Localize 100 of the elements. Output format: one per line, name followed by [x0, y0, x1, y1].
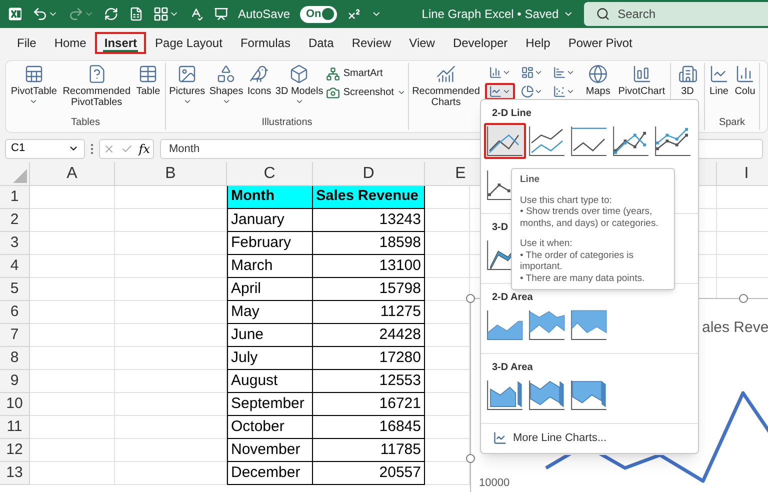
empty-cell[interactable] [115, 324, 227, 347]
empty-cell[interactable] [425, 232, 470, 255]
column-header[interactable]: D [313, 162, 425, 186]
name-box[interactable]: C1 [5, 138, 85, 158]
ribbon-tab[interactable]: Power Pivot [559, 32, 642, 54]
column-header[interactable]: B [115, 162, 227, 186]
grid-icon[interactable] [153, 6, 170, 22]
undo-icon[interactable] [32, 6, 48, 22]
ribbon-tab[interactable]: View [400, 32, 444, 54]
chart-type-option[interactable] [484, 123, 526, 159]
empty-cell[interactable] [115, 393, 227, 416]
row-header[interactable]: 12 [0, 439, 30, 462]
row-header[interactable]: 7 [0, 324, 30, 347]
shapes-icon [216, 64, 236, 84]
line-chart-icon [487, 126, 523, 156]
row-header[interactable]: 3 [0, 232, 30, 255]
resize-handle[interactable] [739, 294, 748, 303]
film-icon[interactable] [214, 6, 228, 22]
pivot-chart-icon [632, 64, 652, 84]
empty-cell[interactable] [115, 278, 227, 301]
row-header[interactable]: 5 [0, 278, 30, 301]
line-chart-icon [571, 126, 607, 156]
ribbon-tab[interactable]: Formulas [231, 32, 300, 54]
form-icon[interactable] [128, 6, 144, 22]
table-cell: July [227, 347, 313, 370]
ribbon-button[interactable]: Table [135, 64, 162, 97]
table-cell: June [227, 324, 313, 347]
ribbon-button[interactable]: Colu [733, 64, 757, 97]
empty-cell[interactable] [425, 255, 470, 278]
empty-cell[interactable] [115, 347, 227, 370]
ribbon-button[interactable]: SmartArt [326, 66, 406, 81]
autosave-toggle[interactable]: On [300, 6, 337, 22]
column-header[interactable]: I [717, 162, 768, 186]
empty-cell[interactable] [115, 209, 227, 232]
window-title: Line Graph Excel • Saved [422, 6, 559, 23]
empty-cell[interactable] [115, 462, 227, 485]
spell-check-icon[interactable] [189, 6, 204, 22]
row-header[interactable]: 4 [0, 255, 30, 278]
empty-cell[interactable] [115, 416, 227, 439]
ribbon-tab[interactable]: Page Layout [146, 32, 232, 54]
empty-cell[interactable] [115, 439, 227, 462]
ribbon-button[interactable]: PivotTable [10, 64, 58, 106]
ribbon-button[interactable]: Recommended Charts [412, 64, 479, 108]
area-chart-icon [571, 310, 607, 340]
ribbon-button[interactable]: Line [707, 64, 731, 97]
empty-cell[interactable] [115, 370, 227, 393]
caret-icon [502, 87, 511, 96]
superscript-icon[interactable] [346, 6, 361, 22]
search-field[interactable]: Search [584, 2, 768, 26]
row-header[interactable]: 9 [0, 370, 30, 393]
empty-cell[interactable] [425, 209, 470, 232]
insert-function-button[interactable]: fx [138, 140, 150, 158]
table-cell: 13243 [313, 209, 425, 232]
column-header[interactable]: A [30, 162, 115, 186]
table-cell: 24428 [313, 324, 425, 347]
row-header[interactable]: 8 [0, 347, 30, 370]
ribbon-button[interactable]: Screenshot [326, 85, 406, 100]
ribbon-button[interactable]: 3D [676, 64, 700, 97]
enter-icon[interactable] [120, 142, 133, 154]
ribbon-button[interactable]: 3D Models [274, 64, 324, 106]
column-header[interactable]: C [227, 162, 313, 186]
caret-icon [396, 88, 406, 97]
row-header[interactable]: 10 [0, 393, 30, 416]
ribbon-tab[interactable]: Data [299, 32, 343, 54]
ribbon-button[interactable]: Pictures [168, 64, 206, 106]
row-header[interactable]: 13 [0, 462, 30, 485]
ribbon-tab[interactable]: Review [342, 32, 400, 54]
row-header[interactable]: 6 [0, 301, 30, 324]
more-line-charts-link[interactable]: More Line Charts... [481, 423, 698, 452]
line-chart-icon [488, 85, 502, 98]
chart-type-button[interactable] [484, 83, 515, 100]
resize-handle[interactable] [466, 454, 475, 463]
ribbon-tab[interactable]: Help [516, 32, 560, 54]
row-header[interactable]: 1 [0, 186, 30, 209]
waterfall-chart-icon [552, 66, 566, 79]
empty-cell[interactable] [115, 232, 227, 255]
spreadsheet-logo-icon[interactable] [8, 6, 22, 22]
table-cell: 20557 [313, 462, 425, 485]
ribbon-button[interactable]: Recommended PivotTables [64, 64, 130, 108]
ribbon-button[interactable]: Maps [584, 64, 612, 97]
table-cell: May [227, 301, 313, 324]
empty-cell[interactable] [115, 301, 227, 324]
group-label: Spark [718, 117, 746, 130]
ribbon-button[interactable]: Icons [246, 64, 272, 97]
ribbon-tab[interactable]: File [8, 32, 46, 54]
group-label: Tables [70, 117, 101, 130]
area-chart-icon [529, 310, 565, 340]
smartart-icon [326, 66, 340, 80]
row-header[interactable]: 11 [0, 416, 30, 439]
table-cell: September [227, 393, 313, 416]
ribbon-tab[interactable]: Developer [444, 32, 517, 54]
axis-label: 10000 [479, 478, 510, 489]
refresh-icon[interactable] [104, 6, 119, 22]
ribbon-button[interactable]: Shapes [208, 64, 244, 106]
ribbon-tab[interactable]: Home [45, 32, 96, 54]
ribbon-tab[interactable]: Insert [95, 32, 146, 54]
row-header[interactable]: 2 [0, 209, 30, 232]
cancel-icon[interactable] [102, 142, 115, 154]
empty-cell[interactable] [115, 255, 227, 278]
ribbon-button[interactable]: PivotChart [617, 64, 666, 97]
